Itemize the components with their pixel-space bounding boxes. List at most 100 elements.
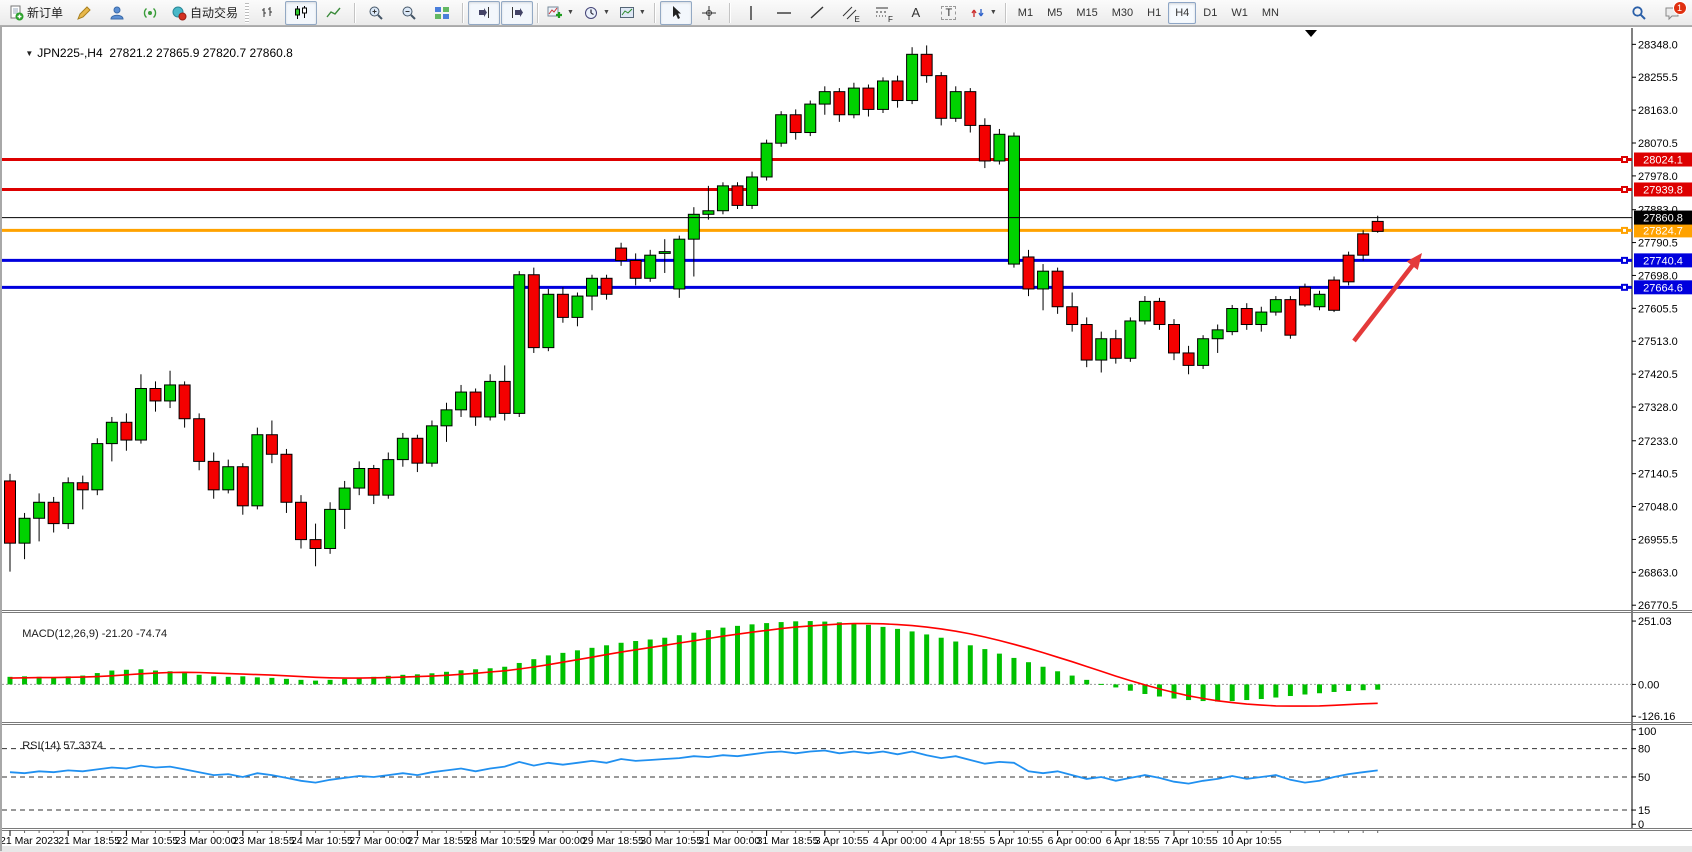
timeframe-buttons: M1M5M15M30H1H4D1W1MN bbox=[1011, 2, 1286, 24]
svg-text:3 Apr 10:55: 3 Apr 10:55 bbox=[815, 835, 869, 847]
trendline-button[interactable] bbox=[801, 1, 833, 25]
svg-text:6 Apr 00:00: 6 Apr 00:00 bbox=[1048, 835, 1102, 847]
notification-badge: 1 bbox=[1673, 1, 1687, 15]
rsi-label: RSI(14) 57.3374 bbox=[10, 728, 103, 764]
horizontal-line-button[interactable] bbox=[768, 1, 800, 25]
toolbar-grip bbox=[245, 3, 249, 23]
text-button[interactable]: A bbox=[900, 1, 932, 25]
fibonacci-button[interactable]: F bbox=[867, 1, 899, 25]
chart-shift-icon bbox=[509, 5, 525, 21]
svg-text:26863.0: 26863.0 bbox=[1638, 567, 1678, 579]
chevron-down-icon: ▼ bbox=[603, 9, 610, 16]
svg-text:28348.0: 28348.0 bbox=[1638, 39, 1678, 51]
search-icon bbox=[1631, 5, 1647, 21]
collapse-triangle-icon: ▼ bbox=[25, 49, 33, 58]
toolbar-separator bbox=[654, 3, 656, 23]
svg-text:31 Mar 18:55: 31 Mar 18:55 bbox=[757, 835, 819, 847]
bar-chart-icon bbox=[260, 5, 276, 21]
new-order-button[interactable]: 新订单 bbox=[4, 1, 67, 25]
indicators-button[interactable]: ▼ bbox=[543, 1, 578, 25]
svg-text:7 Apr 10:55: 7 Apr 10:55 bbox=[1164, 835, 1218, 847]
arrows-icon bbox=[970, 5, 986, 21]
bar-chart-button[interactable] bbox=[252, 1, 284, 25]
svg-text:27824.7: 27824.7 bbox=[1643, 225, 1683, 237]
timeframe-M30[interactable]: M30 bbox=[1105, 2, 1140, 24]
line-chart-icon bbox=[326, 5, 342, 21]
text-label-button[interactable]: T bbox=[933, 1, 965, 25]
indicators-add-icon bbox=[547, 5, 563, 21]
timeframe-M15[interactable]: M15 bbox=[1069, 2, 1104, 24]
chart-ohlc-values: 27821.2 27865.9 27820.7 27860.8 bbox=[109, 46, 293, 60]
macd-values: -21.20 -74.74 bbox=[102, 628, 167, 640]
cursor-button[interactable] bbox=[660, 1, 692, 25]
cursor-icon bbox=[668, 5, 684, 21]
svg-text:27420.5: 27420.5 bbox=[1638, 369, 1678, 381]
clock-icon bbox=[583, 5, 599, 21]
arrows-button[interactable]: ▼ bbox=[966, 1, 1001, 25]
svg-text:27 Mar 00:00: 27 Mar 00:00 bbox=[349, 835, 411, 847]
chevron-down-icon: ▼ bbox=[990, 9, 997, 16]
svg-text:27140.5: 27140.5 bbox=[1638, 469, 1678, 481]
search-button[interactable] bbox=[1623, 1, 1655, 25]
channel-button[interactable]: E bbox=[834, 1, 866, 25]
svg-text:5 Apr 10:55: 5 Apr 10:55 bbox=[989, 835, 1043, 847]
svg-text:27328.0: 27328.0 bbox=[1638, 402, 1678, 414]
signal-icon bbox=[142, 5, 158, 21]
auto-scroll-button[interactable] bbox=[468, 1, 500, 25]
timeframe-H4[interactable]: H4 bbox=[1168, 2, 1196, 24]
chart-title-bar[interactable]: ▼JPN225-,H4 27821.2 27865.9 27820.7 2786… bbox=[12, 32, 293, 74]
svg-text:23 Mar 00:00: 23 Mar 00:00 bbox=[175, 835, 237, 847]
svg-text:28070.5: 28070.5 bbox=[1638, 138, 1678, 150]
pencil-button[interactable] bbox=[68, 1, 100, 25]
chart-canvas[interactable]: 28348.028255.528163.028070.527978.027883… bbox=[2, 27, 1692, 852]
zoom-out-icon bbox=[401, 5, 417, 21]
profile-button[interactable] bbox=[101, 1, 133, 25]
chart-window: 28348.028255.528163.028070.527978.027883… bbox=[0, 26, 1692, 851]
crosshair-icon bbox=[701, 5, 717, 21]
macd-label: MACD(12,26,9) -21.20 -74.74 bbox=[10, 616, 167, 652]
toolbar-separator bbox=[462, 3, 464, 23]
timeframe-D1[interactable]: D1 bbox=[1196, 2, 1224, 24]
tile-windows-button[interactable] bbox=[426, 1, 458, 25]
timeframe-H1[interactable]: H1 bbox=[1140, 2, 1168, 24]
profile-icon bbox=[109, 5, 125, 21]
vertical-line-button[interactable] bbox=[735, 1, 767, 25]
chart-shift-button[interactable] bbox=[501, 1, 533, 25]
crosshair-button[interactable] bbox=[693, 1, 725, 25]
candlestick-chart-icon bbox=[293, 5, 309, 21]
timeframe-MN[interactable]: MN bbox=[1255, 2, 1286, 24]
svg-text:28255.5: 28255.5 bbox=[1638, 72, 1678, 84]
timeframe-W1[interactable]: W1 bbox=[1224, 2, 1255, 24]
periods-button[interactable]: ▼ bbox=[579, 1, 614, 25]
zoom-in-button[interactable] bbox=[360, 1, 392, 25]
vertical-line-icon bbox=[743, 5, 759, 21]
line-chart-button[interactable] bbox=[318, 1, 350, 25]
notifications-button[interactable]: 1 bbox=[1656, 1, 1688, 25]
svg-text:26955.5: 26955.5 bbox=[1638, 534, 1678, 546]
tile-windows-icon bbox=[434, 5, 450, 21]
zoom-out-button[interactable] bbox=[393, 1, 425, 25]
auto-trading-button[interactable]: 自动交易 bbox=[167, 1, 242, 25]
trendline-icon bbox=[809, 5, 825, 21]
svg-text:-126.16: -126.16 bbox=[1638, 711, 1675, 723]
svg-text:50: 50 bbox=[1638, 772, 1650, 784]
svg-text:28163.0: 28163.0 bbox=[1638, 105, 1678, 117]
zoom-in-icon bbox=[368, 5, 384, 21]
svg-text:22 Mar 10:55: 22 Mar 10:55 bbox=[116, 835, 178, 847]
timeframe-M5[interactable]: M5 bbox=[1040, 2, 1069, 24]
svg-text:27048.0: 27048.0 bbox=[1638, 502, 1678, 514]
timeframe-M1[interactable]: M1 bbox=[1011, 2, 1040, 24]
signals-button[interactable] bbox=[134, 1, 166, 25]
svg-text:31 Mar 00:00: 31 Mar 00:00 bbox=[698, 835, 760, 847]
svg-text:24 Mar 10:55: 24 Mar 10:55 bbox=[291, 835, 353, 847]
svg-text:27939.8: 27939.8 bbox=[1643, 184, 1683, 196]
candlestick-chart-button[interactable] bbox=[285, 1, 317, 25]
templates-button[interactable]: ▼ bbox=[615, 1, 650, 25]
svg-text:28 Mar 10:55: 28 Mar 10:55 bbox=[466, 835, 528, 847]
rsi-name: RSI(14) bbox=[22, 740, 60, 752]
auto-trading-icon bbox=[171, 5, 187, 21]
svg-text:30 Mar 10:55: 30 Mar 10:55 bbox=[640, 835, 702, 847]
svg-text:15: 15 bbox=[1638, 805, 1650, 817]
rsi-value: 57.3374 bbox=[63, 740, 103, 752]
svg-text:100: 100 bbox=[1638, 726, 1656, 738]
